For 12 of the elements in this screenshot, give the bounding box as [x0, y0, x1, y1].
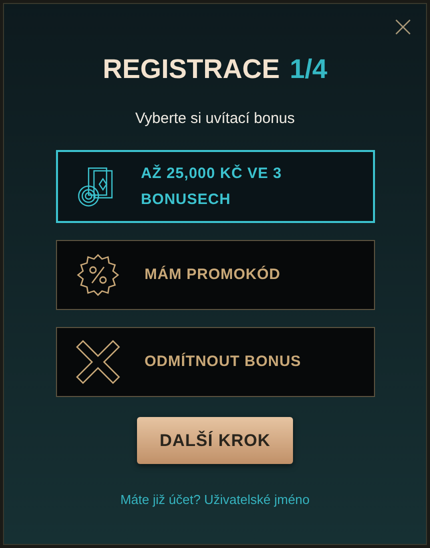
- dialog-subtitle: Vyberte si uvítací bonus: [135, 108, 295, 128]
- step-counter: 1/4: [290, 53, 328, 86]
- close-button[interactable]: [394, 18, 412, 36]
- cross-icon: [74, 339, 120, 385]
- bonus-option[interactable]: ODMÍTNOUT BONUS: [56, 327, 374, 397]
- close-icon: [394, 18, 412, 36]
- percent-badge-icon: [74, 252, 120, 298]
- bonus-option[interactable]: AŽ 25,000 KČ VE 3 BONUSECH: [56, 150, 374, 223]
- bonus-option[interactable]: MÁM PROMOKÓD: [56, 240, 374, 310]
- login-link[interactable]: Máte již účet? Uživatelské jméno: [120, 490, 310, 510]
- dialog-title: REGISTRACE: [102, 53, 280, 86]
- next-step-button[interactable]: DALŠÍ KROK: [137, 417, 293, 464]
